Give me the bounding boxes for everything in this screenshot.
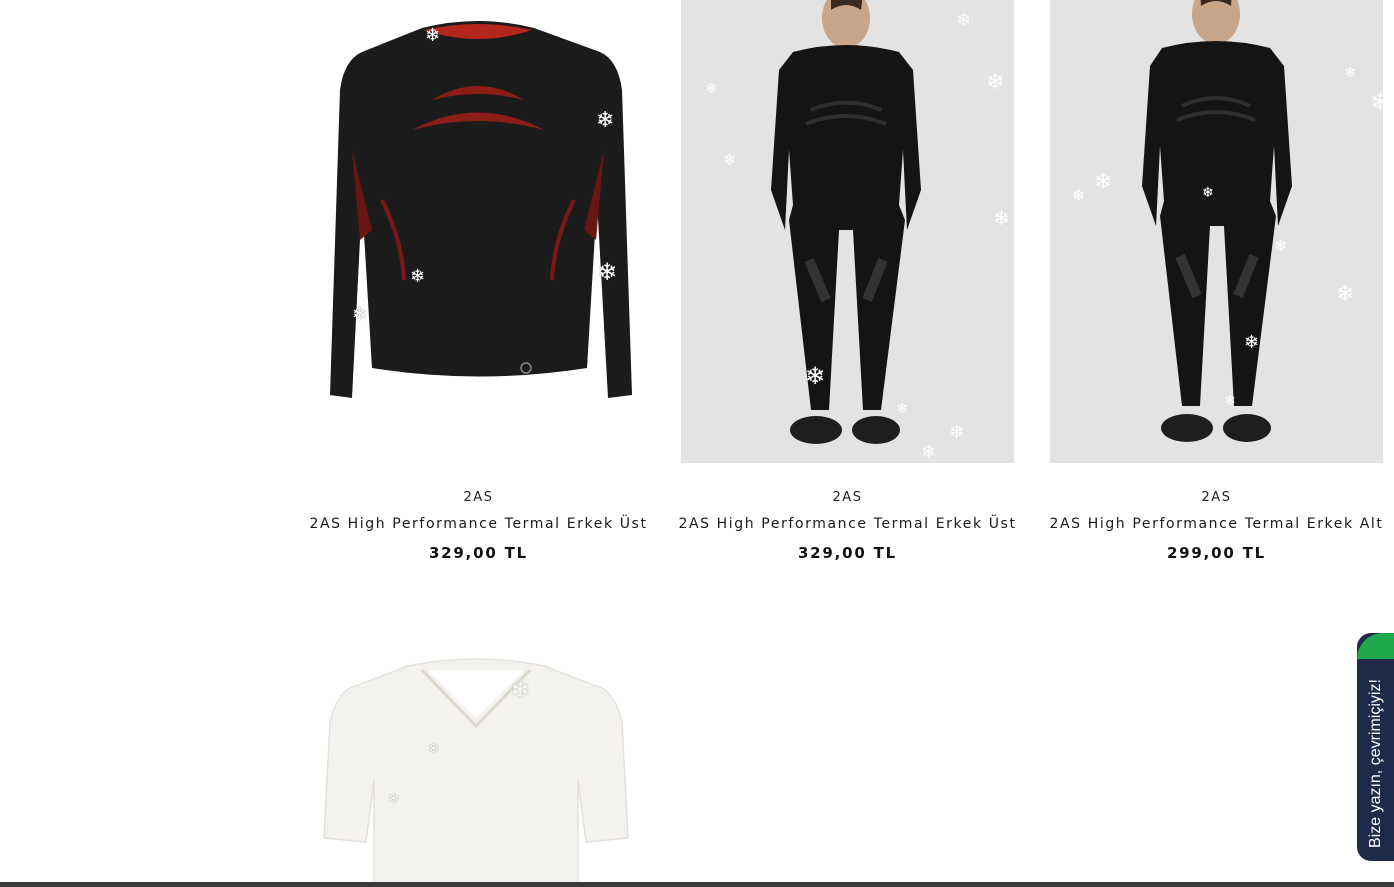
product-image[interactable] (310, 630, 643, 887)
snowflake-icon: ❄ (597, 258, 618, 286)
snowflake-icon: ❄ (1344, 65, 1356, 81)
snowflake-icon: ❄ (1336, 282, 1355, 307)
bottom-bar (0, 882, 1394, 887)
chat-label: Bize yazın, çevrimiçiyiz! (1367, 679, 1384, 848)
product-card[interactable]: ❄ ❄ ❄ (310, 630, 643, 887)
product-title[interactable]: 2AS High Performance Termal Erkek Alt (1030, 516, 1394, 532)
snowflake-icon: ❄ (805, 362, 826, 390)
snowflake-icon: ❄ (410, 266, 426, 287)
snowflake-icon: ❄ (1370, 88, 1383, 116)
product-vendor: 2AS (832, 490, 863, 505)
snowflake-icon: ❄ (428, 741, 440, 757)
snowflake-icon: ❄ (949, 422, 965, 443)
snowflake-icon: ❄ (1202, 185, 1214, 201)
product-title[interactable]: 2AS High Performance Termal Erkek Üst (661, 516, 1034, 532)
snowflake-icon: ❄ (921, 442, 937, 463)
live-chat-tab[interactable]: Bize yazın, çevrimiçiyiz! (1357, 633, 1394, 861)
snowflake-icon: ❄ (896, 401, 908, 417)
snowflake-icon: ❄ (352, 304, 368, 325)
snowflake-icon: ❄ (1224, 393, 1236, 409)
product-title[interactable]: 2AS High Performance Termal Erkek Üst (292, 516, 665, 532)
snowflake-icon: ❄ (510, 676, 531, 704)
snowflake-icon: ❄ (1274, 236, 1288, 255)
snowflake-icon: ❄ (705, 81, 717, 97)
snowflake-icon: ❄ (425, 25, 441, 46)
chat-status-indicator (1357, 633, 1394, 659)
snowflake-icon: ❄ (1072, 186, 1086, 205)
product-vendor: 2AS (1201, 490, 1232, 505)
snowflake-icon: ❄ (596, 108, 615, 133)
snowflake-icon: ❄ (1244, 332, 1260, 353)
snowflake-icon: ❄ (986, 70, 1005, 95)
product-price: 329,00 TL (428, 544, 529, 562)
snowflake-icon: ❄ (1094, 170, 1113, 195)
snowflake-icon: ❄ (993, 206, 1010, 230)
product-image[interactable]: ❄ ❄ ❄ ❄ ❄ ❄ ❄ ❄ ❄ (1050, 0, 1383, 463)
product-vendor: 2AS (463, 490, 494, 505)
product-price: 329,00 TL (797, 544, 898, 562)
product-image[interactable]: ❄ ❄ ❄ ❄ ❄ (312, 0, 645, 463)
snowflake-icon: ❄ (388, 791, 400, 807)
product-image[interactable]: ❄ ❄ ❄ ❄ ❄ ❄ ❄ ❄ ❄ (681, 0, 1014, 463)
snowflake-icon: ❄ (723, 150, 737, 169)
product-price: 299,00 TL (1166, 544, 1267, 562)
snowflake-icon: ❄ (956, 10, 972, 31)
